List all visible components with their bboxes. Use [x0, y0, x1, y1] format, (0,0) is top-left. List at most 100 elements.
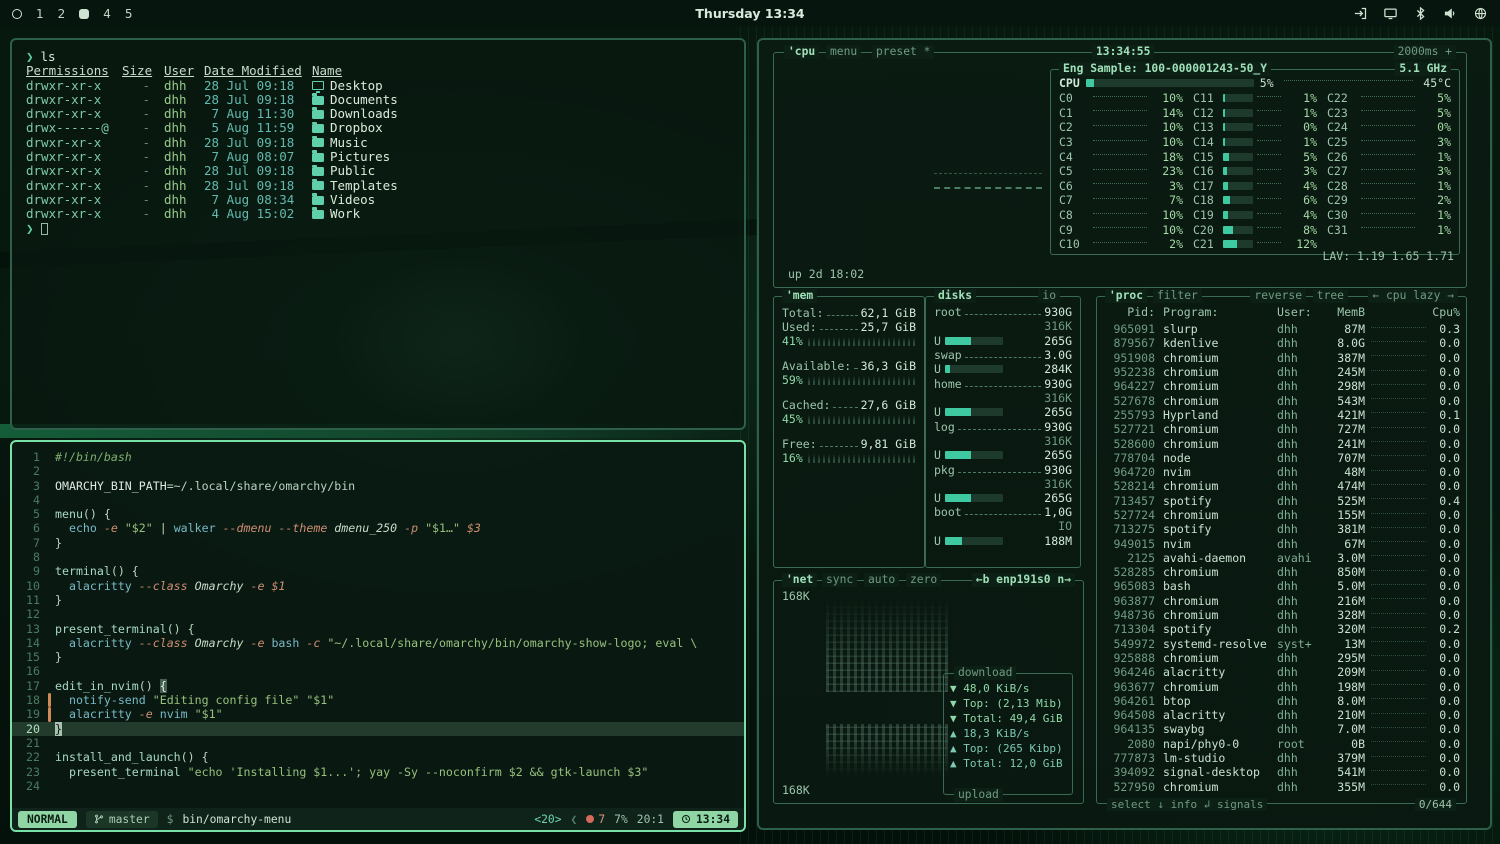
editor-line[interactable]: 22install_and_launch() { [12, 750, 744, 764]
process-row[interactable]: 949015nvimdhh67M0.0 [1103, 536, 1460, 550]
workspace-5[interactable]: 5 [125, 7, 133, 21]
volume-icon[interactable] [1443, 6, 1458, 21]
editor-line[interactable]: 13present_terminal() { [12, 622, 744, 636]
process-row[interactable]: 778704nodedhh707M0.0 [1103, 451, 1460, 465]
process-row[interactable]: 394092signal-desktopdhh541M0.0 [1103, 765, 1460, 779]
editor-line[interactable]: 14 alacritty --class Omarchy -e bash -c … [12, 636, 744, 650]
tab-tree[interactable]: tree [1313, 289, 1348, 303]
editor-line[interactable]: 23 present_terminal "echo 'Installing $1… [12, 765, 744, 779]
process-row[interactable]: 964720nvimdhh48M0.0 [1103, 465, 1460, 479]
display-icon[interactable] [1383, 6, 1398, 21]
process-row[interactable]: 527721chromiumdhh727M0.0 [1103, 422, 1460, 436]
tab-sort-column[interactable]: ← cpu lazy → [1368, 289, 1458, 303]
process-row[interactable]: 528285chromiumdhh850M0.0 [1103, 565, 1460, 579]
process-footer-hints[interactable]: select ↓ info ↲ signals [1107, 798, 1267, 811]
btop-window[interactable]: 'cpu menu preset * 13:34:55 2000ms + Eng… [757, 38, 1492, 830]
editor-line[interactable]: 5menu() { [12, 507, 744, 521]
editor-line[interactable]: 1#!/bin/bash [12, 450, 744, 464]
tab-filter[interactable]: filter [1153, 289, 1202, 303]
tab-proc[interactable]: 'proc [1105, 289, 1147, 303]
editor-line[interactable]: 3OMARCHY_BIN_PATH=~/.local/share/omarchy… [12, 479, 744, 493]
editor-line[interactable]: 18 notify-send "Editing config file" "$1… [12, 693, 744, 707]
network-icon[interactable] [1473, 6, 1488, 21]
tab-preset[interactable]: preset * [872, 45, 934, 59]
process-row[interactable]: 527724chromiumdhh155M0.0 [1103, 508, 1460, 522]
process-row[interactable]: 713275spotifydhh381M0.0 [1103, 522, 1460, 536]
process-row[interactable]: 713304spotifydhh320M0.2 [1103, 622, 1460, 636]
process-row[interactable]: 963877chromiumdhh216M0.0 [1103, 594, 1460, 608]
process-row[interactable]: 948736chromiumdhh328M0.0 [1103, 608, 1460, 622]
process-row[interactable]: 879567kdenlivedhh8.0G0.0 [1103, 336, 1460, 350]
workspace-1[interactable]: 1 [36, 7, 44, 21]
terminal-window-ls[interactable]: ❯ ls Permissions Size User Date Modified… [10, 38, 746, 430]
process-row[interactable]: 2080napi/phy0-0root0B0.0 [1103, 737, 1460, 751]
editor-line[interactable]: 12 [12, 607, 744, 621]
process-row[interactable]: 777873lm-studiodhh379M0.0 [1103, 751, 1460, 765]
editor-line[interactable]: 19 alacritty -e nvim "$1" [12, 707, 744, 721]
logout-icon[interactable] [1353, 6, 1368, 21]
process-row[interactable]: 964246alacrittydhh209M0.0 [1103, 665, 1460, 679]
core-row: C523% [1059, 164, 1183, 179]
tab-net[interactable]: 'net [782, 573, 817, 587]
process-row[interactable]: 549972systemd-resolvesyst+13M0.0 [1103, 637, 1460, 651]
editor-line[interactable]: 10 alacritty --class Omarchy -e $1 [12, 579, 744, 593]
process-row[interactable]: 713457spotifydhh525M0.4 [1103, 494, 1460, 508]
process-row[interactable]: 528600chromiumdhh241M0.0 [1103, 436, 1460, 450]
editor-line[interactable]: 7} [12, 536, 744, 550]
editor-buffer[interactable]: 1#!/bin/bash23OMARCHY_BIN_PATH=~/.local/… [12, 450, 744, 806]
editor-line[interactable]: 11} [12, 593, 744, 607]
omarchy-logo-icon[interactable] [12, 9, 22, 19]
editor-line[interactable]: 16 [12, 664, 744, 678]
process-row[interactable]: 925888chromiumdhh295M0.0 [1103, 651, 1460, 665]
tab-disks[interactable]: disks [934, 289, 976, 303]
prompt-line-empty[interactable]: ❯ [26, 222, 730, 236]
editor-line[interactable]: 17edit_in_nvim() { [12, 679, 744, 693]
header-memb[interactable]: MemB [1323, 305, 1365, 320]
core-percent: 3% [1285, 164, 1317, 178]
bluetooth-icon[interactable] [1413, 6, 1428, 21]
process-row[interactable]: 965083bashdhh5.0M0.0 [1103, 579, 1460, 593]
editor-line[interactable]: 20} [12, 722, 744, 736]
process-row[interactable]: 952238chromiumdhh245M0.0 [1103, 365, 1460, 379]
process-row[interactable]: 963677chromiumdhh198M0.0 [1103, 679, 1460, 693]
process-row[interactable]: 964508alacrittydhh210M0.0 [1103, 708, 1460, 722]
tab-cpu[interactable]: 'cpu [784, 45, 819, 59]
process-row[interactable]: 527678chromiumdhh543M0.0 [1103, 393, 1460, 407]
editor-line[interactable]: 8 [12, 550, 744, 564]
tab-reverse[interactable]: reverse [1250, 289, 1306, 303]
editor-line[interactable]: 24 [12, 779, 744, 793]
header-pid[interactable]: Pid: [1103, 305, 1155, 320]
editor-line[interactable]: 21 [12, 736, 744, 750]
process-row[interactable]: 964135swaybgdhh7.0M0.0 [1103, 722, 1460, 736]
process-row[interactable]: 965091slurpdhh87M0.3 [1103, 322, 1460, 336]
header-program[interactable]: Program: [1155, 305, 1277, 320]
neovim-window[interactable]: 1#!/bin/bash23OMARCHY_BIN_PATH=~/.local/… [10, 440, 746, 832]
tab-io[interactable]: io [1038, 289, 1060, 303]
network-interface[interactable]: ←b enp191s0 n→ [972, 573, 1075, 587]
active-workspace-icon[interactable] [79, 9, 89, 19]
refresh-interval[interactable]: 2000ms + [1394, 45, 1456, 59]
tab-sync[interactable]: sync [822, 573, 857, 587]
process-row[interactable]: 527950chromiumdhh355M0.0 [1103, 780, 1460, 794]
editor-line[interactable]: 15} [12, 650, 744, 664]
workspace-2[interactable]: 2 [58, 7, 66, 21]
tab-auto[interactable]: auto [864, 573, 899, 587]
header-user[interactable]: User: [1277, 305, 1323, 320]
git-branch-chip[interactable]: master [86, 811, 158, 828]
process-row[interactable]: 964227chromiumdhh298M0.0 [1103, 379, 1460, 393]
workspace-4[interactable]: 4 [103, 7, 111, 21]
tab-zero[interactable]: zero [906, 573, 941, 587]
header-cpu[interactable]: Cpu% [1432, 305, 1460, 320]
editor-line[interactable]: 2 [12, 464, 744, 478]
process-row[interactable]: 964261btopdhh8.0M0.0 [1103, 694, 1460, 708]
tab-mem[interactable]: 'mem [782, 289, 817, 303]
process-row[interactable]: 2125avahi-daemonavahi3.0M0.0 [1103, 551, 1460, 565]
process-row[interactable]: 255793Hyprlanddhh421M0.1 [1103, 408, 1460, 422]
editor-line[interactable]: 4 [12, 493, 744, 507]
clock[interactable]: Thursday 13:34 [695, 6, 804, 21]
process-row[interactable]: 528214chromiumdhh474M0.0 [1103, 479, 1460, 493]
editor-line[interactable]: 9terminal() { [12, 564, 744, 578]
tab-menu[interactable]: menu [826, 45, 861, 59]
editor-line[interactable]: 6 echo -e "$2" | walker --dmenu --theme … [12, 521, 744, 535]
process-row[interactable]: 951908chromiumdhh387M0.0 [1103, 351, 1460, 365]
